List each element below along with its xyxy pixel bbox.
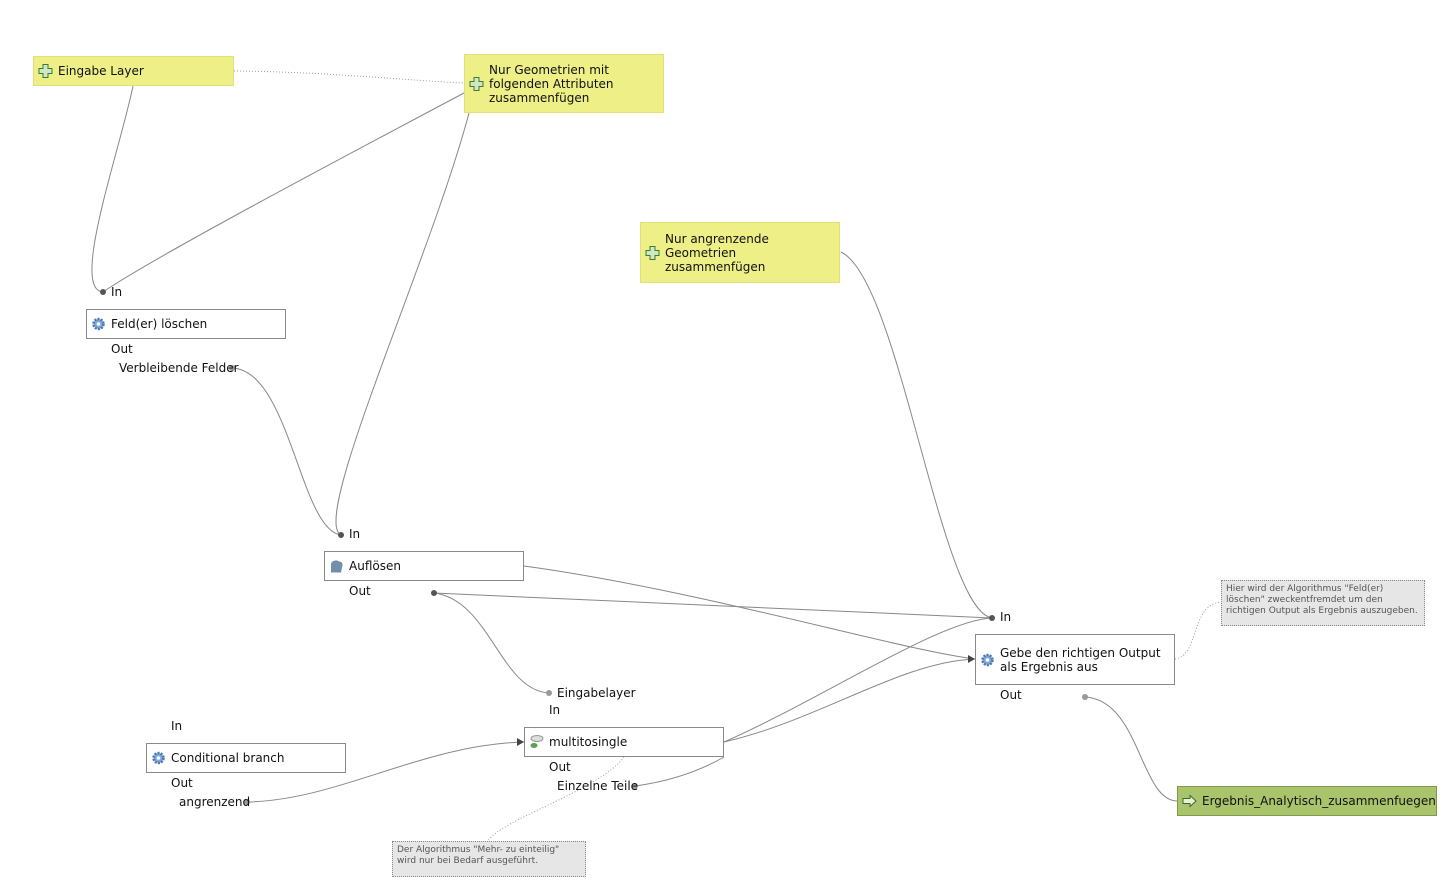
gear-icon bbox=[981, 653, 994, 666]
plus-icon bbox=[38, 64, 53, 78]
link bbox=[335, 112, 470, 536]
input-nur-angrenzende[interactable]: Nur angrenzende Geometrien zusammenfügen bbox=[640, 222, 840, 283]
port-in: In bbox=[349, 527, 361, 541]
link bbox=[723, 617, 993, 743]
gear-icon bbox=[152, 751, 165, 765]
gear-icon bbox=[92, 317, 105, 331]
link bbox=[723, 658, 976, 743]
link bbox=[1084, 696, 1178, 802]
input-port: Eingabelayer bbox=[557, 686, 636, 700]
link bbox=[433, 592, 993, 619]
port-out: Out bbox=[171, 776, 193, 790]
output-port: Verbleibende Felder bbox=[119, 361, 239, 375]
port-in: In bbox=[111, 285, 123, 299]
model-output[interactable]: Ergebnis_Analytisch_zusammenfuegen bbox=[1177, 786, 1437, 816]
node-label: Auflösen bbox=[349, 559, 401, 573]
algorithm-aufloesen[interactable]: Auflösen bbox=[324, 551, 524, 581]
algorithm-feld-loeschen[interactable]: Feld(er) löschen bbox=[86, 309, 286, 339]
port-out: Out bbox=[1000, 688, 1022, 702]
port-in: In bbox=[1000, 610, 1012, 624]
link bbox=[102, 92, 465, 293]
algorithm-conditional-branch[interactable]: Conditional branch bbox=[146, 743, 346, 773]
port-in: In bbox=[171, 719, 183, 733]
multitosingle-icon bbox=[530, 735, 544, 748]
dotted-link bbox=[233, 70, 465, 84]
output-port: angrenzend bbox=[179, 795, 251, 809]
input-eingabe-layer[interactable]: Eingabe Layer bbox=[33, 56, 234, 86]
node-label: Nur angrenzende Geometrien zusammenfügen bbox=[665, 231, 769, 274]
link bbox=[840, 251, 993, 619]
link bbox=[523, 565, 976, 660]
algorithm-gebe-output[interactable]: Gebe den richtigen Output als Ergebnis a… bbox=[975, 634, 1175, 685]
input-nur-geometrien[interactable]: Nur Geometrien mit folgenden Attributen … bbox=[464, 54, 664, 113]
node-label: multitosingle bbox=[549, 735, 628, 749]
link bbox=[433, 592, 550, 694]
link bbox=[634, 756, 725, 787]
arrow-right-icon bbox=[1182, 794, 1197, 808]
node-label: Gebe den richtigen Output als Ergebnis a… bbox=[1000, 645, 1161, 674]
port-in: In bbox=[549, 703, 561, 717]
plus-icon bbox=[645, 245, 660, 260]
node-label: Conditional branch bbox=[171, 751, 285, 765]
node-label: Eingabe Layer bbox=[58, 64, 144, 78]
port-out: Out bbox=[111, 342, 133, 356]
link bbox=[91, 85, 134, 293]
comment-feld-loeschen[interactable]: Hier wird der Algorithmus "Feld(er) lösc… bbox=[1221, 580, 1425, 626]
output-port: Einzelne Teile bbox=[557, 779, 639, 793]
plus-icon bbox=[469, 76, 484, 91]
comment-multitosingle[interactable]: Der Algorithmus "Mehr- zu einteilig" wir… bbox=[392, 841, 586, 877]
node-label: Feld(er) löschen bbox=[111, 317, 208, 331]
node-label: Ergebnis_Analytisch_zusammenfuegen bbox=[1202, 794, 1436, 808]
port-out: Out bbox=[349, 584, 371, 598]
dotted-link bbox=[1174, 601, 1222, 660]
link bbox=[231, 367, 342, 536]
dissolve-icon bbox=[331, 560, 343, 573]
node-label: Nur Geometrien mit folgenden Attributen … bbox=[489, 62, 614, 105]
port-out: Out bbox=[549, 760, 571, 774]
algorithm-multitosingle[interactable]: multitosingle bbox=[524, 727, 724, 757]
